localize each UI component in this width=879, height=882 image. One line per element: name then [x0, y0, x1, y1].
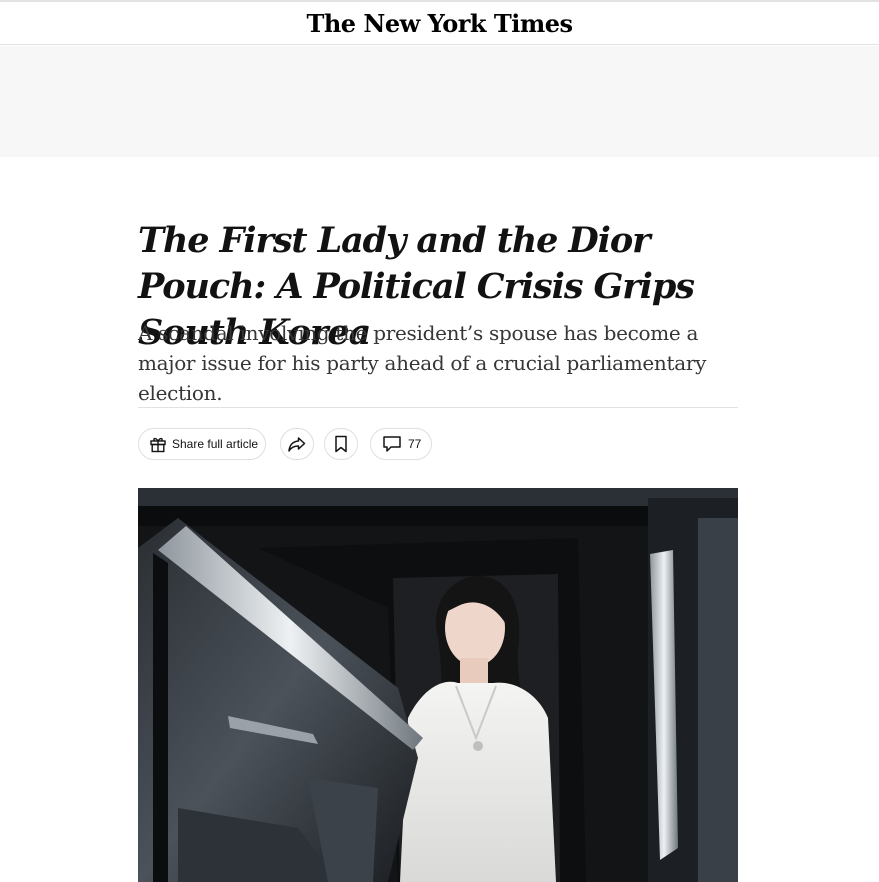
lead-photo — [138, 488, 738, 882]
comments-button[interactable]: 77 — [370, 428, 432, 460]
share-full-article-label: Share full article — [172, 437, 259, 451]
divider — [138, 407, 738, 408]
share-button[interactable] — [280, 428, 314, 460]
ad-slot — [0, 46, 879, 157]
masthead: The New York Times — [0, 0, 879, 45]
nyt-logo[interactable]: The New York Times — [0, 9, 879, 38]
article-summary: A scandal involving the president’s spou… — [138, 321, 707, 405]
comments-count: 77 — [408, 437, 422, 451]
save-button[interactable] — [324, 428, 358, 460]
comment-bubble-icon — [382, 435, 402, 453]
share-arrow-icon — [287, 435, 307, 453]
bookmark-icon — [334, 435, 348, 453]
share-full-article-button[interactable]: Share full article — [138, 428, 266, 460]
gift-icon — [149, 435, 167, 453]
